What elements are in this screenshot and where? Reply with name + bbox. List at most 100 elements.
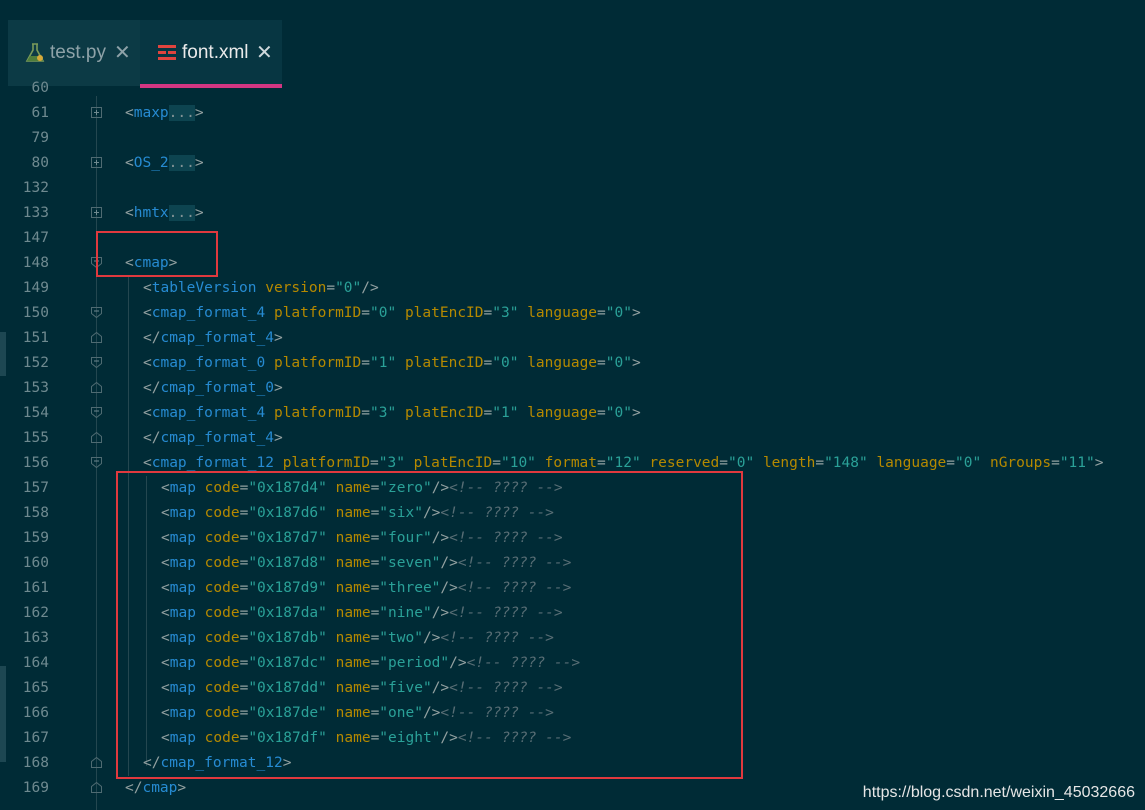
xml-punctuation: = xyxy=(719,455,728,471)
close-icon[interactable]: ✕ xyxy=(256,40,273,65)
xml-punctuation: </ xyxy=(125,780,143,796)
line-number: 149 xyxy=(22,280,49,296)
fold-collapse-icon[interactable] xyxy=(91,357,102,368)
xml-value: "0" xyxy=(955,455,982,471)
xml-attribute: platEncID xyxy=(413,455,493,471)
watermark: https://blog.csdn.net/weixin_45032666 xyxy=(862,784,1135,801)
xml-punctuation: > xyxy=(177,780,187,796)
fold-collapse-icon[interactable] xyxy=(91,457,102,468)
xml-attribute: platEncID xyxy=(404,305,484,321)
xml-punctuation: </ xyxy=(143,430,161,446)
code-text: <tableVersion version="0"/> xyxy=(143,276,379,301)
line-number: 147 xyxy=(22,230,49,246)
code-line[interactable]: 154 <cmap_format_4 platformID="3" platEnc… xyxy=(0,401,1145,426)
line-number: 160 xyxy=(22,555,49,571)
collapsed-region[interactable]: ... xyxy=(168,205,195,221)
xml-tag: cmap xyxy=(142,780,178,796)
code-line[interactable]: 152 <cmap_format_0 platformID="1" platEnc… xyxy=(0,351,1145,376)
line-number: 161 xyxy=(22,580,49,596)
xml-attribute: platformID xyxy=(273,355,362,371)
xml-punctuation: > xyxy=(194,105,204,121)
fold-expand-icon[interactable] xyxy=(91,107,102,118)
collapsed-region[interactable]: ... xyxy=(168,155,195,171)
fold-end-icon[interactable] xyxy=(91,382,102,393)
xml-attribute: language xyxy=(527,305,598,321)
tab-label: font.xml xyxy=(182,42,249,63)
xml-punctuation: = xyxy=(483,355,493,371)
xml-punctuation: > xyxy=(273,380,283,396)
xml-punctuation: = xyxy=(597,455,606,471)
line-number: 163 xyxy=(22,630,49,646)
fold-collapse-icon[interactable] xyxy=(91,407,102,418)
xml-punctuation: > xyxy=(1094,455,1104,471)
xml-punctuation: = xyxy=(492,455,501,471)
fold-end-icon[interactable] xyxy=(91,432,102,443)
xml-punctuation: > xyxy=(194,155,204,171)
xml-attribute: platformID xyxy=(282,455,370,471)
line-number: 133 xyxy=(22,205,49,221)
line-number: 167 xyxy=(22,730,49,746)
line-number: 159 xyxy=(22,530,49,546)
code-line[interactable]: 133 <hmtx...> xyxy=(0,201,1145,226)
line-number: 150 xyxy=(22,305,49,321)
xml-tag: cmap_format_4 xyxy=(160,330,274,346)
xml-value: "10" xyxy=(500,455,536,471)
code-line[interactable]: 79 xyxy=(0,126,1145,151)
xml-value: "12" xyxy=(605,455,641,471)
code-text: <maxp...> xyxy=(125,101,204,126)
line-number: 157 xyxy=(22,480,49,496)
fold-end-icon[interactable] xyxy=(91,757,102,768)
xml-tag: tableVersion xyxy=(151,280,257,296)
xml-attribute: language xyxy=(527,405,598,421)
xml-punctuation: = xyxy=(597,355,606,371)
xml-punctuation: = xyxy=(815,455,825,471)
fold-collapse-icon[interactable] xyxy=(91,307,102,318)
line-number: 80 xyxy=(31,155,49,171)
code-line[interactable]: 149 <tableVersion version="0"/> xyxy=(0,276,1145,301)
code-line[interactable]: 132 xyxy=(0,176,1145,201)
line-number: 132 xyxy=(22,180,49,196)
code-line[interactable]: 80 <OS_2...> xyxy=(0,151,1145,176)
collapsed-region[interactable]: ... xyxy=(168,105,195,121)
code-line[interactable]: 61 <maxp...> xyxy=(0,101,1145,126)
xml-attribute: language xyxy=(527,355,598,371)
code-text: </cmap_format_4> xyxy=(143,426,283,451)
xml-tag: hmtx xyxy=(133,205,169,221)
flask-icon xyxy=(25,43,45,62)
fold-end-icon[interactable] xyxy=(91,332,102,343)
fold-expand-icon[interactable] xyxy=(91,157,102,168)
fold-expand-icon[interactable] xyxy=(91,207,102,218)
xml-value: "3" xyxy=(370,405,397,421)
code-line[interactable]: 151 </cmap_format_4> xyxy=(0,326,1145,351)
tab-label: test.py xyxy=(50,42,106,63)
code-line[interactable]: 153 </cmap_format_0> xyxy=(0,376,1145,401)
line-number: 164 xyxy=(22,655,49,671)
line-number: 153 xyxy=(22,380,49,396)
code-line[interactable]: 60 xyxy=(0,76,1145,101)
line-number: 61 xyxy=(31,105,49,121)
xml-value: "11" xyxy=(1059,455,1095,471)
xml-punctuation: = xyxy=(361,355,371,371)
xml-value: "0" xyxy=(605,405,632,421)
xml-punctuation: > xyxy=(631,355,641,371)
xml-value: "1" xyxy=(370,355,397,371)
code-text: <hmtx...> xyxy=(125,201,204,226)
code-line[interactable]: 155 </cmap_format_4> xyxy=(0,426,1145,451)
xml-attribute: language xyxy=(876,455,947,471)
xml-punctuation: < xyxy=(143,355,152,371)
fold-end-icon[interactable] xyxy=(91,782,102,793)
close-icon[interactable]: ✕ xyxy=(114,40,131,65)
line-number: 154 xyxy=(22,405,49,421)
code-line[interactable]: 150 <cmap_format_4 platformID="0" platEnc… xyxy=(0,301,1145,326)
xml-file-icon xyxy=(158,45,176,60)
xml-punctuation: > xyxy=(194,205,204,221)
xml-punctuation: = xyxy=(483,305,493,321)
xml-punctuation: > xyxy=(631,305,641,321)
highlight-box-map-entries xyxy=(116,471,743,779)
